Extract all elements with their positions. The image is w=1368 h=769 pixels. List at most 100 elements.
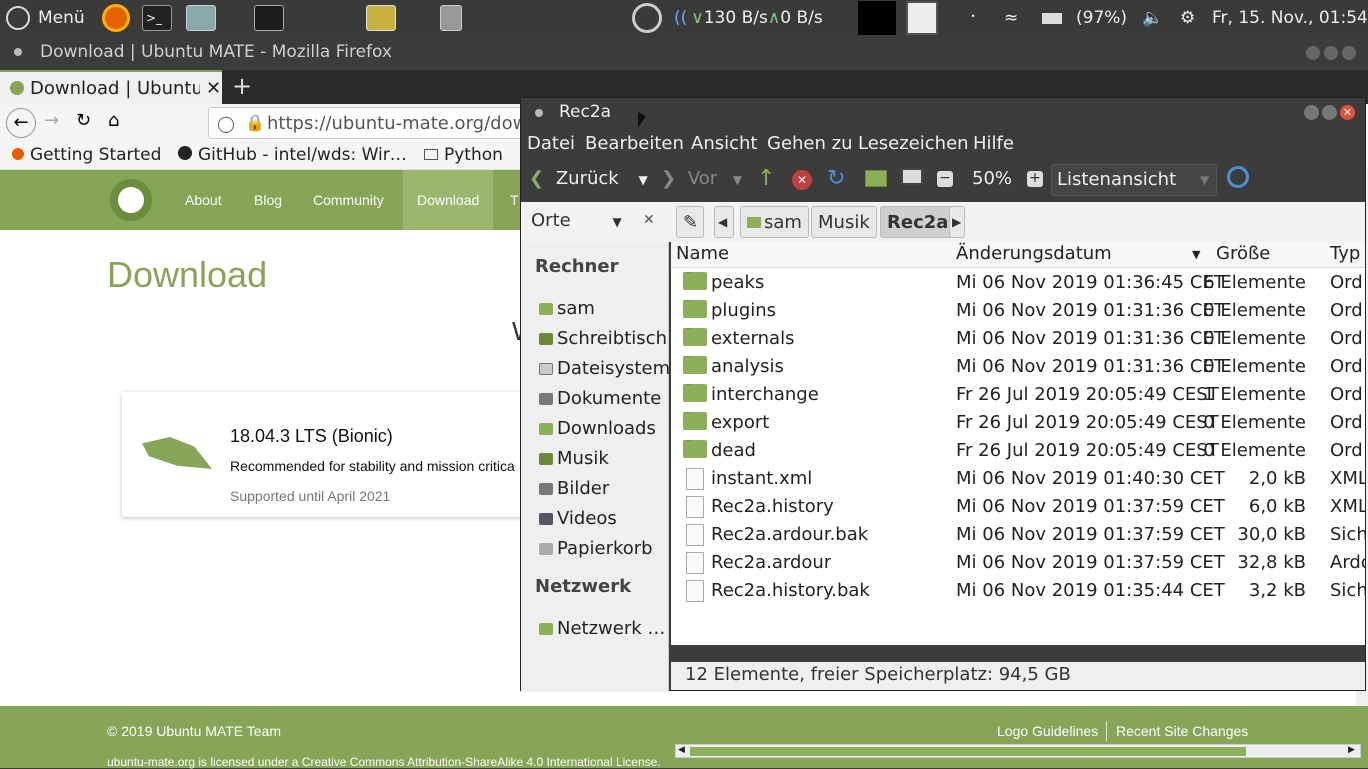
new-tab-button[interactable]: +	[232, 72, 252, 100]
breadcrumb-musik[interactable]: Musik	[811, 206, 877, 238]
menu-hilfe[interactable]: Hilfe	[973, 133, 1014, 154]
bookmark-getting-started[interactable]: Getting Started	[12, 145, 161, 165]
file-row[interactable]: instant.xml Mi 06 Nov 2019 01:40:30 CET 2,…	[671, 466, 1365, 494]
reload-icon[interactable]: ↻	[827, 166, 845, 191]
reload-icon[interactable]: ↻	[76, 110, 91, 131]
caja-maximize-button[interactable]	[1322, 105, 1337, 120]
sidebar-item-downloads[interactable]: Downloads	[539, 418, 656, 439]
scroll-left-icon[interactable]: ◀	[678, 745, 685, 755]
column-size[interactable]: Größe	[1216, 243, 1270, 264]
url-bar[interactable]: ◯ 🔒 https://ubuntu-mate.org/dow	[208, 107, 528, 139]
clock-alarm-icon[interactable]	[632, 0, 662, 36]
settings-gear-icon[interactable]: ⚙	[1180, 0, 1195, 36]
display-settings-launcher-icon[interactable]	[366, 0, 396, 36]
minimize-button[interactable]	[1306, 46, 1320, 60]
zoom-out-icon[interactable]: −	[937, 171, 953, 187]
footer-license[interactable]: ubuntu-mate.org is licensed under a Crea…	[107, 755, 661, 769]
home-folder-icon[interactable]	[865, 170, 887, 187]
file-row[interactable]: Rec2a.ardour.bak Mi 06 Nov 2019 01:37:59 …	[671, 522, 1365, 550]
back-history-dropdown-icon[interactable]: ▼	[638, 173, 647, 187]
active-tab[interactable]: Download | Ubuntu ✕	[0, 70, 222, 104]
search-icon[interactable]	[1227, 166, 1249, 188]
nav-more[interactable]: T	[510, 170, 519, 230]
menu-bearbeiten[interactable]: Bearbeiten	[585, 133, 684, 154]
volume-icon[interactable]: 🔈	[1142, 0, 1163, 36]
horizontal-scrollbar[interactable]: ◀ ▶	[675, 744, 1361, 758]
edit-location-button[interactable]: ✎	[676, 206, 704, 238]
forward-history-dropdown-icon[interactable]: ▼	[733, 173, 742, 187]
bluetooth-icon[interactable]: ᛫	[968, 0, 978, 36]
zoom-level[interactable]: 50%	[972, 168, 1012, 189]
file-row[interactable]: export Fr 26 Jul 2019 20:05:49 CEST 0 Elem…	[671, 410, 1365, 438]
bookmark-python-folder[interactable]: Python	[424, 145, 503, 165]
release-card[interactable]: 18.04.3 LTS (Bionic) Recommended for sta…	[122, 392, 542, 517]
footer-link-recent-changes[interactable]: Recent Site Changes	[1116, 723, 1248, 739]
main-menu-button[interactable]: Menü	[6, 0, 85, 36]
caja-close-button[interactable]: ✕	[1340, 105, 1355, 120]
footer-link-logo-guidelines[interactable]: Logo Guidelines	[997, 723, 1098, 739]
firefox-launcher-icon[interactable]	[102, 0, 130, 36]
panel-clock[interactable]: Fr, 15. Nov., 01:54	[1212, 0, 1368, 36]
sidebar-item-network[interactable]: Netzwerk …	[539, 618, 665, 639]
calculator-launcher-icon[interactable]	[440, 0, 462, 36]
up-arrow-icon[interactable]: ↑	[757, 166, 775, 191]
file-manager-launcher-icon[interactable]	[186, 0, 216, 36]
sidebar-item-papierkorb[interactable]: Papierkorb	[539, 538, 653, 559]
file-row[interactable]: Rec2a.ardour Mi 06 Nov 2019 01:37:59 CET 3…	[671, 550, 1365, 578]
file-row[interactable]: externals Mi 06 Nov 2019 01:31:36 CET 0 El…	[671, 326, 1365, 354]
view-mode-select[interactable]: Listenansicht ▼	[1051, 164, 1217, 196]
file-row[interactable]: interchange Fr 26 Jul 2019 20:05:49 CEST 1…	[671, 382, 1365, 410]
file-row[interactable]: Rec2a.history.bak Mi 06 Nov 2019 01:35:44…	[671, 578, 1365, 606]
crumb-scroll-right[interactable]: ▶	[949, 206, 965, 238]
stop-icon[interactable]: ✕	[792, 170, 812, 190]
menu-gehen-zu[interactable]: Gehen zu	[767, 133, 853, 154]
battery-icon[interactable]	[1042, 0, 1062, 36]
system-monitor-launcher-icon[interactable]	[254, 0, 284, 36]
places-selector[interactable]: Orte ▼	[531, 210, 622, 231]
menu-ansicht[interactable]: Ansicht	[691, 133, 757, 154]
back-icon[interactable]: ←	[6, 108, 36, 138]
breadcrumb-sam[interactable]: sam	[740, 206, 809, 238]
file-row[interactable]: analysis Mi 06 Nov 2019 01:31:36 CET 0 Ele…	[671, 354, 1365, 382]
caja-minimize-button[interactable]	[1304, 105, 1319, 120]
menu-datei[interactable]: Datei	[527, 133, 575, 154]
file-row[interactable]: dead Fr 26 Jul 2019 20:05:49 CEST 0 Elemen…	[671, 438, 1365, 466]
nav-download[interactable]: Download	[403, 170, 494, 230]
sidebar-item-bilder[interactable]: Bilder	[539, 478, 609, 499]
window-menu-icon[interactable]	[535, 109, 543, 117]
sidebar-item-dokumente[interactable]: Dokumente	[539, 388, 661, 409]
sidebar-item-schreibtisch[interactable]: Schreibtisch	[539, 328, 667, 349]
column-name[interactable]: Name	[676, 243, 729, 264]
window-pin-icon[interactable]	[14, 48, 22, 56]
ubuntu-mate-logo[interactable]	[110, 179, 152, 221]
tracking-shield-icon[interactable]: ◯	[217, 114, 235, 133]
file-row[interactable]: plugins Mi 06 Nov 2019 01:31:36 CET 0 Elem…	[671, 298, 1365, 326]
sidebar-item-videos[interactable]: Videos	[539, 508, 617, 529]
zoom-in-icon[interactable]: +	[1027, 171, 1043, 187]
file-row[interactable]: Rec2a.history Mi 06 Nov 2019 01:37:59 CET…	[671, 494, 1365, 522]
wifi-signal-icon[interactable]: ≈	[1004, 0, 1018, 36]
nav-blog[interactable]: Blog	[254, 170, 282, 230]
tab-close-icon[interactable]: ✕	[206, 78, 221, 99]
menu-lesezeichen[interactable]: Lesezeichen	[858, 133, 969, 154]
sidebar-item-musik[interactable]: Musik	[539, 448, 609, 469]
nav-about[interactable]: About	[185, 170, 222, 230]
scroll-right-icon[interactable]: ▶	[1348, 745, 1355, 755]
back-button[interactable]: ❮ Zurück ▼	[529, 168, 648, 189]
forward-button[interactable]: ❯ Vor ▼	[661, 168, 742, 189]
close-button[interactable]	[1342, 46, 1356, 60]
column-date[interactable]: Änderungsdatum	[956, 243, 1112, 264]
sidebar-item-dateisystem[interactable]: Dateisystem	[539, 358, 670, 379]
terminal-launcher-icon[interactable]: >_	[142, 0, 172, 36]
nav-community[interactable]: Community	[313, 170, 384, 230]
column-type[interactable]: Typ	[1330, 243, 1360, 264]
file-row[interactable]: peaks Mi 06 Nov 2019 01:36:45 CET 6 Elemen…	[671, 270, 1365, 298]
caja-titlebar[interactable]: Rec2a ✕	[521, 98, 1365, 128]
sidebar-item-sam[interactable]: sam	[539, 298, 595, 319]
lock-icon[interactable]: 🔒	[245, 113, 265, 132]
computer-icon[interactable]	[901, 168, 923, 185]
forward-icon[interactable]: →	[44, 110, 59, 131]
crumb-scroll-left[interactable]: ◀	[714, 206, 734, 238]
close-sidebar-icon[interactable]: ✕	[643, 212, 655, 228]
home-icon[interactable]: ⌂	[108, 110, 119, 131]
